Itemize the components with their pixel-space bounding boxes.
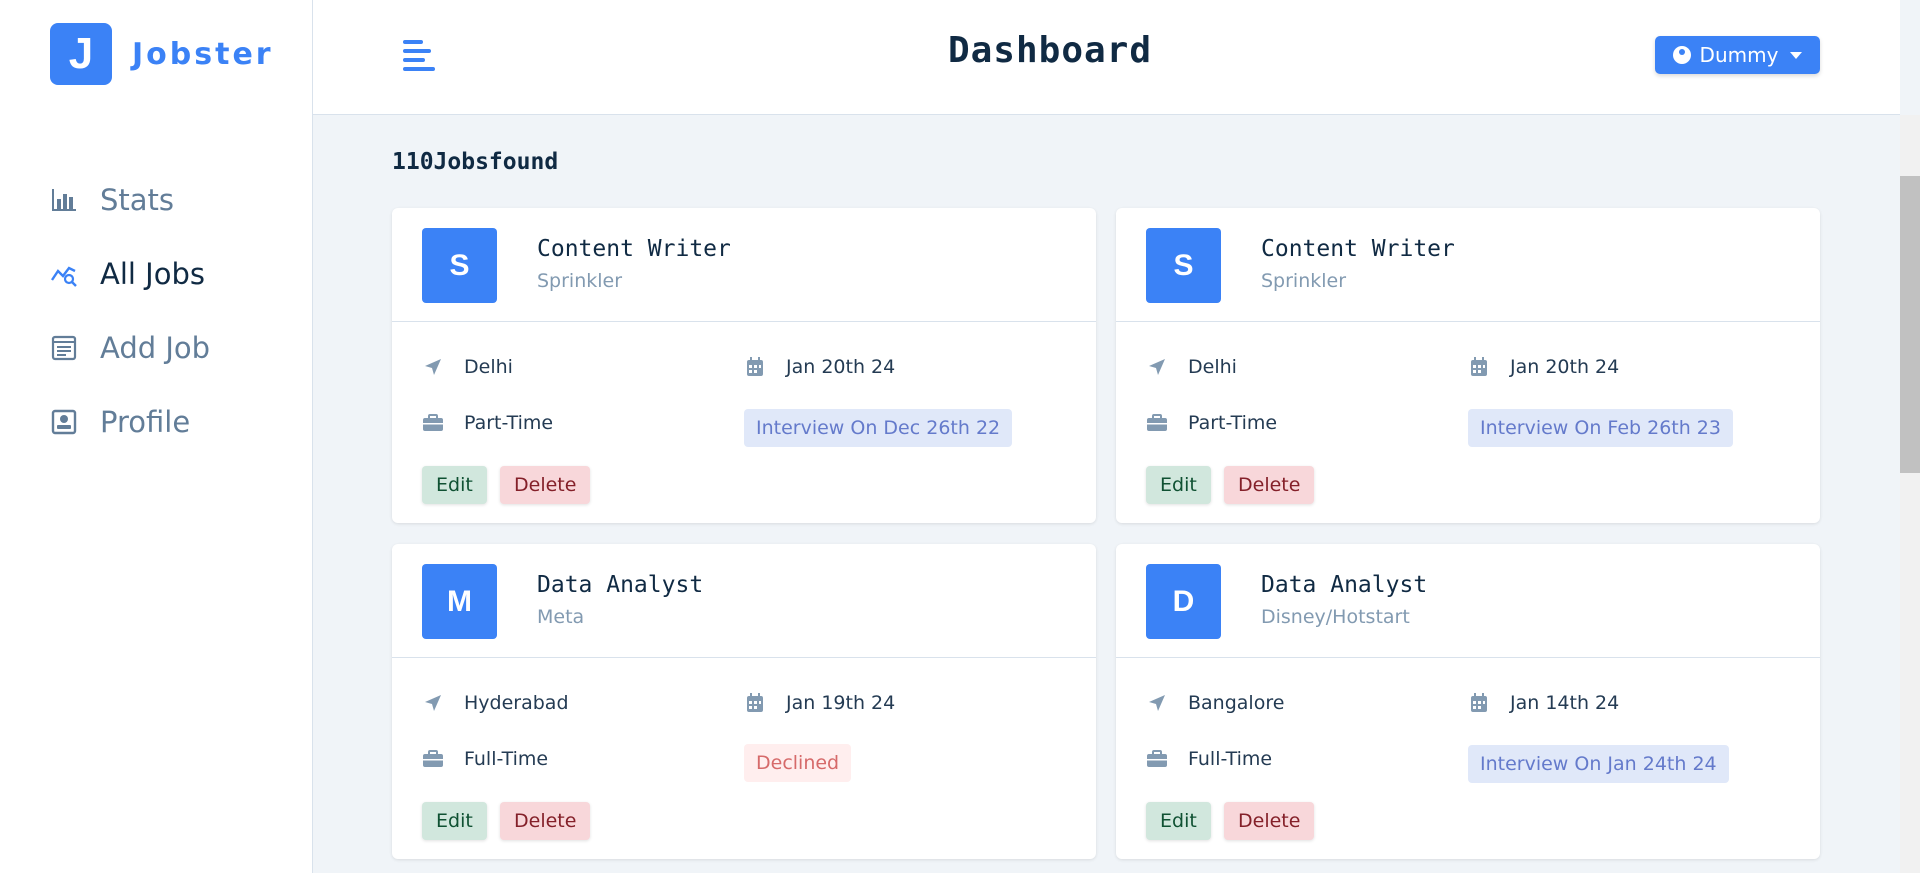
- company-avatar: S: [1146, 228, 1221, 303]
- sidebar-item-add-job[interactable]: Add Job: [50, 311, 210, 385]
- job-type: Part-Time: [1146, 412, 1277, 434]
- sidebar-item-label: Stats: [100, 183, 175, 217]
- sidebar-item-label: Profile: [100, 405, 191, 439]
- job-date: Jan 20th 24: [744, 356, 895, 378]
- caret-down-icon: [1790, 51, 1803, 59]
- company-avatar: M: [422, 564, 497, 639]
- status-badge: Interview On Dec 26th 22: [744, 409, 1013, 447]
- sidebar-item-label: Add Job: [100, 331, 211, 365]
- job-date: Jan 14th 24: [1468, 692, 1619, 714]
- job-company: Meta: [537, 606, 585, 628]
- user-circle-icon: [1672, 46, 1691, 64]
- id-card-icon: [50, 408, 78, 436]
- job-location: Delhi: [1146, 356, 1237, 378]
- job-date-text: Jan 19th 24: [786, 692, 896, 714]
- job-type: Part-Time: [422, 412, 553, 434]
- job-card-header: D Data Analyst Disney/Hotstart: [1116, 544, 1820, 658]
- job-position: Content Writer: [537, 236, 731, 262]
- logo-icon: J: [50, 23, 112, 85]
- calendar-icon: [1468, 356, 1490, 378]
- job-location: Bangalore: [1146, 692, 1284, 714]
- briefcase-icon: [1146, 748, 1168, 770]
- job-type-text: Full-Time: [464, 748, 549, 770]
- logo[interactable]: J Jobster: [50, 23, 274, 85]
- calendar-icon: [1468, 692, 1490, 714]
- sidebar: J Jobster Stats All Jobs Add Job Profile: [0, 0, 313, 873]
- briefcase-icon: [422, 412, 444, 434]
- location-arrow-icon: [1146, 692, 1168, 714]
- edit-button[interactable]: Edit: [422, 802, 487, 840]
- delete-button[interactable]: Delete: [1224, 802, 1315, 840]
- briefcase-icon: [422, 748, 444, 770]
- job-card: M Data Analyst Meta Hyderabad Jan 19th 2…: [392, 544, 1096, 859]
- form-icon: [50, 334, 78, 362]
- job-position: Data Analyst: [537, 572, 704, 598]
- job-card: S Content Writer Sprinkler Delhi Jan 20t…: [1116, 208, 1820, 523]
- delete-button[interactable]: Delete: [500, 802, 591, 840]
- logo-text: Jobster: [132, 36, 274, 72]
- briefcase-icon: [1146, 412, 1168, 434]
- job-date-text: Jan 20th 24: [786, 356, 896, 378]
- location-arrow-icon: [422, 692, 444, 714]
- job-date: Jan 19th 24: [744, 692, 895, 714]
- job-location-text: Bangalore: [1188, 692, 1285, 714]
- sidebar-item-profile[interactable]: Profile: [50, 385, 210, 459]
- user-menu-button[interactable]: Dummy: [1655, 36, 1820, 74]
- job-location-text: Hyderabad: [464, 692, 569, 714]
- job-card: D Data Analyst Disney/Hotstart Bangalore…: [1116, 544, 1820, 859]
- job-location: Delhi: [422, 356, 513, 378]
- job-type-text: Part-Time: [1188, 412, 1278, 434]
- status-badge: Declined: [744, 744, 852, 782]
- page-title: Dashboard: [947, 30, 1153, 71]
- sidebar-item-stats[interactable]: Stats: [50, 163, 210, 237]
- job-type-text: Part-Time: [464, 412, 554, 434]
- job-card-header: S Content Writer Sprinkler: [392, 208, 1096, 322]
- job-company: Sprinkler: [537, 270, 623, 292]
- job-date-text: Jan 14th 24: [1510, 692, 1620, 714]
- chart-search-icon: [50, 260, 78, 288]
- jobs-count: 110Jobsfound: [392, 149, 559, 175]
- edit-button[interactable]: Edit: [1146, 466, 1211, 504]
- job-company: Sprinkler: [1261, 270, 1347, 292]
- delete-button[interactable]: Delete: [500, 466, 591, 504]
- job-location: Hyderabad: [422, 692, 569, 714]
- job-type: Full-Time: [1146, 748, 1272, 770]
- job-position: Data Analyst: [1261, 572, 1428, 598]
- job-type-text: Full-Time: [1188, 748, 1273, 770]
- job-date: Jan 20th 24: [1468, 356, 1619, 378]
- job-location-text: Delhi: [464, 356, 513, 378]
- job-location-text: Delhi: [1188, 356, 1237, 378]
- edit-button[interactable]: Edit: [1146, 802, 1211, 840]
- top-navbar: Dashboard Dummy: [313, 0, 1900, 115]
- edit-button[interactable]: Edit: [422, 466, 487, 504]
- status-badge: Interview On Feb 26th 23: [1468, 409, 1733, 447]
- job-card-header: M Data Analyst Meta: [392, 544, 1096, 658]
- calendar-icon: [744, 356, 766, 378]
- job-position: Content Writer: [1261, 236, 1455, 262]
- location-arrow-icon: [422, 356, 444, 378]
- sidebar-nav: Stats All Jobs Add Job Profile: [50, 163, 210, 459]
- bar-chart-icon: [50, 186, 78, 214]
- company-avatar: S: [422, 228, 497, 303]
- status-badge: Interview On Jan 24th 24: [1468, 745, 1729, 783]
- job-type: Full-Time: [422, 748, 548, 770]
- job-company: Disney/Hotstart: [1261, 606, 1410, 628]
- user-name: Dummy: [1699, 43, 1779, 67]
- location-arrow-icon: [1146, 356, 1168, 378]
- company-avatar: D: [1146, 564, 1221, 639]
- calendar-icon: [744, 692, 766, 714]
- delete-button[interactable]: Delete: [1224, 466, 1315, 504]
- job-card-header: S Content Writer Sprinkler: [1116, 208, 1820, 322]
- job-date-text: Jan 20th 24: [1510, 356, 1620, 378]
- sidebar-item-label: All Jobs: [100, 257, 205, 291]
- scrollbar-thumb[interactable]: [1900, 176, 1920, 473]
- sidebar-item-all-jobs[interactable]: All Jobs: [50, 237, 210, 311]
- job-card: S Content Writer Sprinkler Delhi Jan 20t…: [392, 208, 1096, 523]
